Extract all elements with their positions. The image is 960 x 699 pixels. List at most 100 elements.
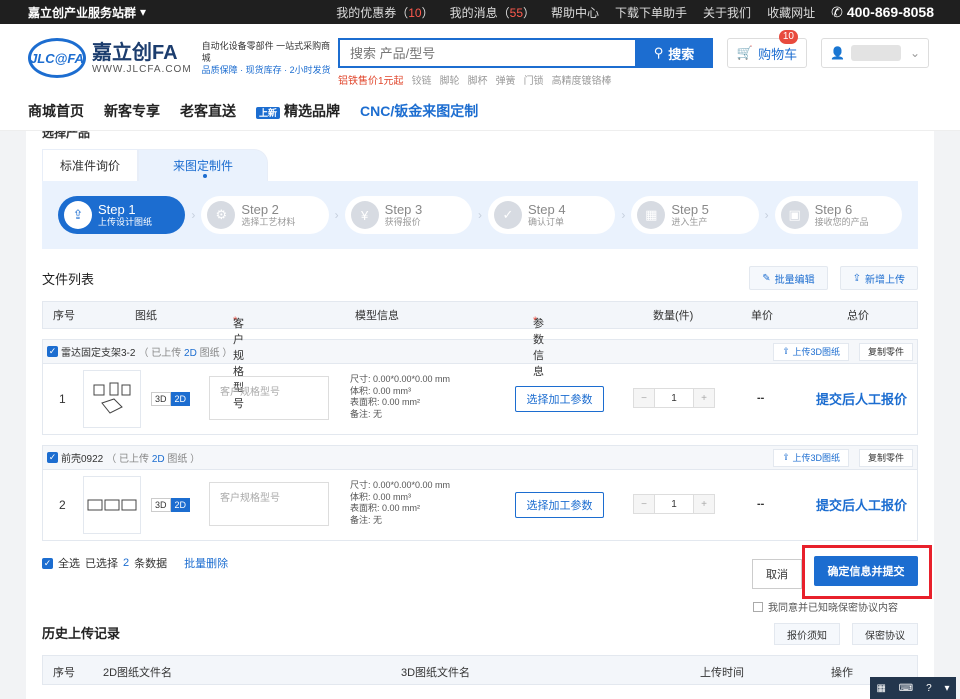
chevron-down-icon: ▾ [140,5,147,19]
nav-brands[interactable]: 上新 精选品牌 [256,101,340,121]
factory-icon: ▦ [637,201,666,229]
privacy-agreement-button[interactable]: 保密协议 [852,623,918,645]
select-params-button[interactable]: 选择加工参数 [515,386,604,412]
unit-price: -- [757,498,765,510]
nav-new-customer[interactable]: 新客专享 [104,101,160,121]
spec-input[interactable]: 客户规格型号 [209,482,329,526]
logo[interactable]: JLC@FA 嘉立创FA WWW.JLCFA.COM 自动化设备零部件 一站式采… [28,38,338,78]
batch-edit-button[interactable]: ✎ 批量编辑 [749,266,828,290]
site-group-label: 嘉立创产业服务站群 [28,5,137,20]
hcol-2d-file: 2D图纸文件名 [103,667,173,679]
logo-mark: JLC@FA [28,38,86,78]
qty-increase-button[interactable]: + [694,495,714,513]
qty-decrease-button[interactable]: − [634,495,654,513]
help-icon[interactable]: ? [926,683,932,694]
drawing-thumbnail[interactable] [83,370,141,428]
table-row: 2 3D 2D 客户规格型号 尺寸: 0.00*0.00*0.00 mm 体积:… [43,470,917,540]
user-menu[interactable]: 👤 ⌄ [821,38,929,68]
selected-count: 2 [123,557,130,569]
nav-cnc[interactable]: CNC/钣金来图定制 [360,101,478,121]
drawing-thumbnail[interactable] [83,476,141,534]
hcol-index: 序号 [53,667,75,679]
grid-icon[interactable]: ▦ [876,683,885,694]
add-upload-button[interactable]: ⇪ 新增上传 [839,266,918,290]
chevron-right-icon: › [334,208,339,222]
tab-standard[interactable]: 标准件询价 [42,149,138,181]
step-2: ⚙ Step 2 选择工艺材料 [201,196,329,234]
hot-word[interactable]: 铰链 [412,72,432,87]
batch-delete-link[interactable]: 批量删除 [184,555,228,571]
quote-notice-button[interactable]: 报价须知 [774,623,840,645]
logo-name: 嘉立创FA [92,41,178,64]
confirm-submit-button[interactable]: 确定信息并提交 [814,556,918,586]
file-group: ✓ 前壳0922 （ 已上传 2D 图纸 ） ⇪ 上传3D图纸 复制零件 2 3… [42,445,918,541]
nav-home[interactable]: 商城首页 [28,101,84,121]
upload-3d-button[interactable]: ⇪ 上传3D图纸 [773,448,849,467]
file-checkbox[interactable]: ✓ [47,452,58,463]
messages-link[interactable]: 我的消息（55） [450,4,535,21]
toggle-3d[interactable]: 3D [151,392,171,406]
favorite-link[interactable]: 收藏网址 [767,4,815,21]
package-icon: ▣ [780,201,809,229]
search-input[interactable] [338,38,635,68]
qty-increase-button[interactable]: + [694,389,714,407]
step-1: ⇪ Step 1 上传设计图纸 [58,196,186,234]
toggle-2d[interactable]: 2D [170,498,191,512]
coupon-link[interactable]: 我的优惠券（10） [336,4,433,21]
hot-word[interactable]: 脚杯 [468,72,488,87]
quantity-stepper: − 1 + [633,494,715,514]
site-group-menu[interactable]: 嘉立创产业服务站群 ▾ [28,4,146,21]
file-checkbox[interactable]: ✓ [47,346,58,357]
nav-old-customer[interactable]: 老客直送 [180,101,236,121]
row-index: 1 [59,392,66,406]
edit-icon: ✎ [762,272,771,284]
col-total-price: 总价 [847,310,869,322]
dimension-toggle: 3D 2D [151,498,191,512]
select-all-checkbox[interactable]: ✓ [42,557,53,569]
agree-checkbox[interactable] [753,601,763,612]
toggle-2d[interactable]: 2D [170,392,191,406]
hot-word[interactable]: 铝铁售价1元起 [338,72,404,87]
hcol-operation: 操作 [831,667,853,679]
about-link[interactable]: 关于我们 [703,4,751,21]
logo-url: WWW.JLCFA.COM [92,63,192,75]
step-4: ✓ Step 4 确认订单 [487,196,616,234]
col-unit-price: 单价 [751,310,773,322]
copy-part-button[interactable]: 复制零件 [858,342,913,361]
help-link[interactable]: 帮助中心 [551,4,599,21]
hot-word[interactable]: 弹簧 [496,72,516,87]
toggle-3d[interactable]: 3D [151,498,171,512]
total-price: 提交后人工报价 [816,392,908,407]
select-params-button[interactable]: 选择加工参数 [515,492,604,518]
cart-icon: 🛒 [736,45,754,60]
main-nav: 商城首页 新客专享 老客直送 上新 精选品牌 CNC/钣金来图定制 [0,91,960,131]
qty-input[interactable]: 1 [654,389,694,407]
cart-count-badge: 10 [778,30,798,44]
quantity-stepper: − 1 + [633,388,715,408]
total-price: 提交后人工报价 [816,498,908,513]
header: JLC@FA 嘉立创FA WWW.JLCFA.COM 自动化设备零部件 一站式采… [0,24,960,91]
chevron-right-icon: › [621,208,626,222]
quote-icon: ¥ [350,201,379,229]
minimize-icon[interactable]: ▾ [945,683,950,694]
search-button[interactable]: ⚲ 搜索 [635,38,713,68]
cancel-button[interactable]: 取消 [752,559,802,589]
hot-word[interactable]: 脚轮 [440,72,460,87]
hot-word[interactable]: 高精度镀铬棒 [552,72,612,87]
model-info: 尺寸: 0.00*0.00*0.00 mm 体积: 0.00 mm³ 表面积: … [350,480,451,525]
qty-input[interactable]: 1 [654,495,694,513]
hot-words: 铝铁售价1元起 铰链 脚轮 脚杯 弹簧 门锁 高精度镀铬棒 [338,72,713,87]
step-6: ▣ Step 6 接收您的产品 [774,196,902,234]
keyboard-icon[interactable]: ⌨ [899,683,913,694]
copy-part-button[interactable]: 复制零件 [858,448,913,467]
spec-input[interactable]: 客户规格型号 [209,376,329,420]
chevron-right-icon: › [191,208,196,222]
upload-3d-button[interactable]: ⇪ 上传3D图纸 [773,342,849,361]
cart-button[interactable]: 🛒 购物车 10 [727,30,807,68]
gear-icon: ⚙ [207,201,236,229]
qty-decrease-button[interactable]: − [634,389,654,407]
hcol-upload-time: 上传时间 [700,667,744,679]
download-link[interactable]: 下载下单助手 [615,4,687,21]
tab-custom[interactable]: 来图定制件 [138,149,268,181]
hot-word[interactable]: 门锁 [524,72,544,87]
